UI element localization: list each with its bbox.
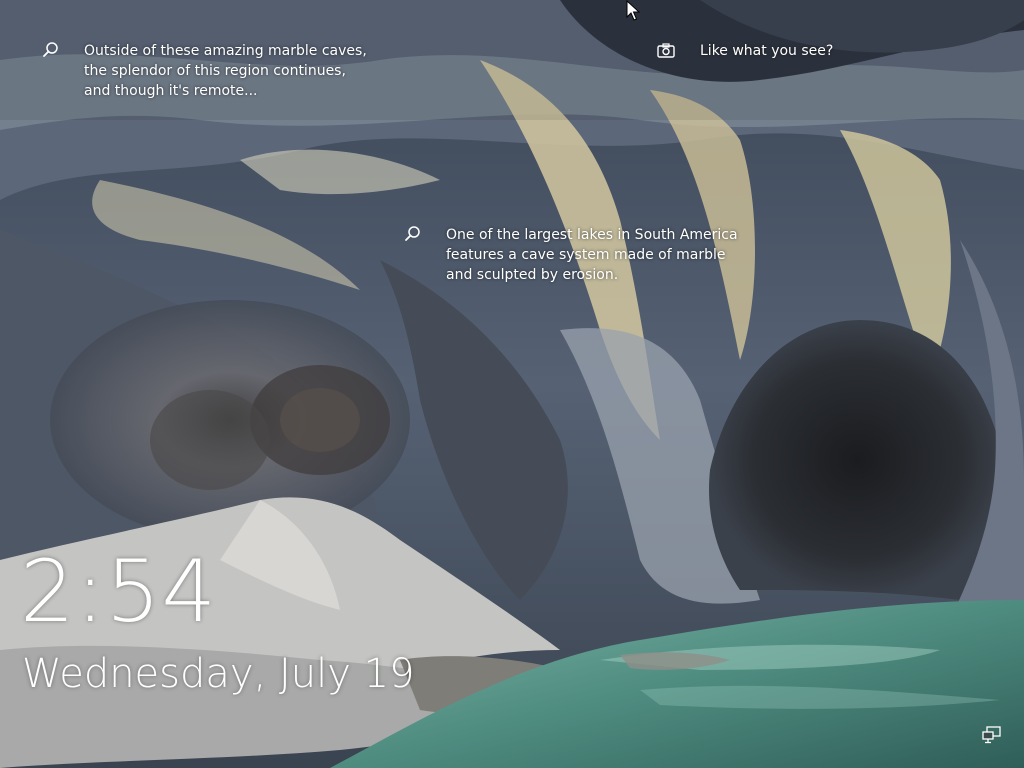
search-icon [402,225,422,245]
lock-screen-date: Wednesday, July 19 [22,651,415,697]
like-what-you-see-label: Like what you see? [700,43,834,59]
camera-icon [656,41,676,61]
network-wired-icon[interactable] [982,726,1002,744]
lock-screen[interactable]: Outside of these amazing marble caves, t… [0,0,1024,768]
spotlight-hotspot-1-text: Outside of these amazing marble caves, t… [84,43,367,99]
mouse-cursor-icon [626,0,641,22]
like-what-you-see-button[interactable]: Like what you see? [656,41,833,61]
search-icon [40,41,60,61]
spotlight-hotspot-2[interactable]: One of the largest lakes in South Americ… [402,225,738,285]
lock-screen-time: 2:54 [20,542,218,642]
spotlight-hotspot-2-text: One of the largest lakes in South Americ… [446,227,738,283]
spotlight-hotspot-1[interactable]: Outside of these amazing marble caves, t… [40,41,367,101]
